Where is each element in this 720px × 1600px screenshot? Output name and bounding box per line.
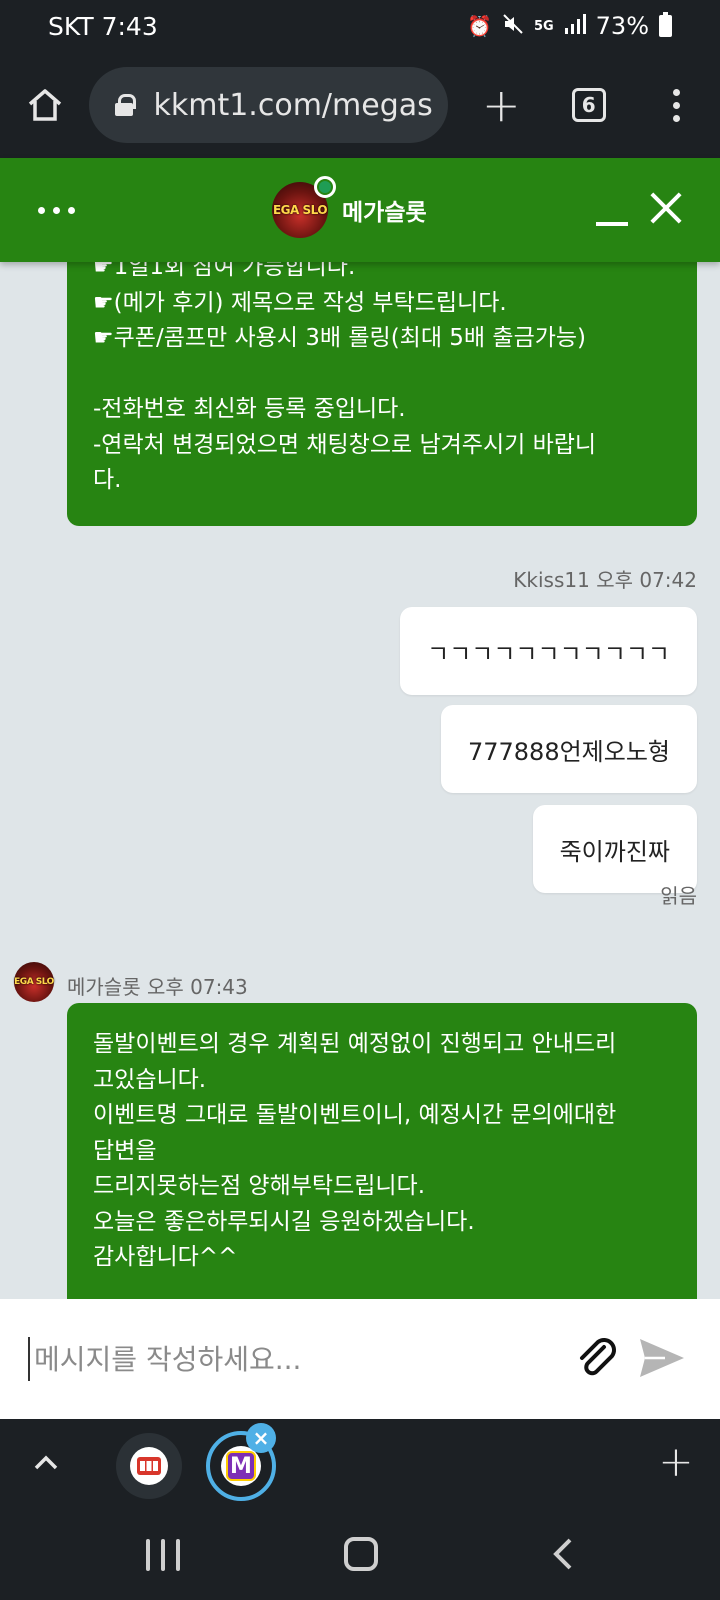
close-button[interactable] <box>646 188 686 228</box>
message-input[interactable] <box>28 1337 548 1381</box>
message-line: 이벤트명 그대로 돌발이벤트이니, 예정시간 문의에대한 <box>93 1102 617 1128</box>
agent-message-bubble: ☛1일1회 참여 가능합니다. ☛(메가 후기) 제목으로 작성 부탁드립니다.… <box>67 262 697 526</box>
url-text: kkmt1.com/megas <box>153 87 433 123</box>
user-message-bubble: ㄱㄱㄱㄱㄱㄱㄱㄱㄱㄱㄱ <box>400 607 697 695</box>
user-message-meta: Kkiss11 오후 07:42 <box>513 568 697 592</box>
nav-home-button[interactable] <box>344 1537 378 1571</box>
lock-icon <box>115 94 137 116</box>
agent-message-bubble: 돌발이벤트의 경우 계획된 예정없이 진행되고 안내드리 고있습니다. 이벤트명… <box>67 1003 697 1299</box>
user-message-bubble: 777888언제오노형 <box>440 705 697 793</box>
carrier-label: SKT <box>48 11 94 41</box>
recents-button[interactable] <box>146 1539 180 1571</box>
slot-icon <box>130 1447 168 1485</box>
more-button[interactable] <box>26 188 86 232</box>
expand-tabs-button[interactable] <box>26 1443 66 1483</box>
send-button[interactable] <box>638 1335 686 1381</box>
kebab-icon <box>672 88 680 122</box>
browser-tab-strip: M × + <box>0 1419 720 1511</box>
message-line: 드리지못하는점 양해부탁드립니다. <box>93 1173 426 1199</box>
home-icon <box>28 89 61 121</box>
address-bar[interactable]: kkmt1.com/megas <box>89 67 448 143</box>
status-bar: SKT 7:43 ⏰ 5G 73% <box>0 0 720 52</box>
browser-toolbar: kkmt1.com/megas + 6 <box>0 52 720 158</box>
tabs-icon: 6 <box>571 88 606 122</box>
signal-icon <box>564 12 586 40</box>
message-line: 감사합니다^^ <box>93 1244 238 1270</box>
chat-header: EGA SLO 메가슬롯 <box>0 158 720 262</box>
close-icon: × <box>252 1426 270 1450</box>
message-text: ㄱㄱㄱㄱㄱㄱㄱㄱㄱㄱㄱ <box>427 639 670 668</box>
battery-icon <box>659 12 672 37</box>
browser-menu-button[interactable] <box>633 61 720 149</box>
back-button[interactable] <box>550 1537 580 1571</box>
tab-slot[interactable] <box>116 1433 182 1499</box>
message-text: 죽이까진짜 <box>559 837 670 866</box>
chat-title: 메가슬롯 <box>342 200 427 226</box>
alarm-icon: ⏰ <box>467 14 492 38</box>
message-line: ☛쿠폰/콤프만 사용시 3배 롤링(최대 5배 출금가능) <box>93 325 587 351</box>
plus-icon: + <box>658 1436 694 1486</box>
message-line: 고있습니다. <box>93 1066 207 1093</box>
message-line: 돌발이벤트의 경우 계획된 예정없이 진행되고 안내드리 <box>93 1031 617 1057</box>
agent-avatar: EGA SLO <box>14 962 54 1002</box>
message-line: 답변을 <box>93 1137 157 1164</box>
add-tab-button[interactable]: + <box>654 1436 698 1486</box>
chevron-up-icon <box>34 1455 58 1470</box>
more-icon <box>37 206 45 214</box>
minimize-button[interactable] <box>592 192 632 232</box>
message-composer <box>0 1299 720 1419</box>
attach-button[interactable] <box>574 1335 620 1381</box>
m-logo: M <box>226 1451 256 1481</box>
message-text: 777888언제오노형 <box>467 737 670 766</box>
message-line: -전화번호 최신화 등록 중입니다. <box>93 396 406 422</box>
recents-icon <box>146 1539 150 1571</box>
close-tab-button[interactable]: × <box>246 1423 276 1453</box>
message-line: 다. <box>93 467 122 493</box>
chat-messages[interactable]: ☛1일1회 참여 가능합니다. ☛(메가 후기) 제목으로 작성 부탁드립니다.… <box>0 262 720 1299</box>
plus-icon: + <box>482 78 521 132</box>
avatar-logo-text: EGA SLO <box>14 977 54 987</box>
avatar: EGA SLO <box>272 176 336 238</box>
chat-title-group: EGA SLO 메가슬롯 <box>272 176 427 238</box>
new-tab-button[interactable]: + <box>458 61 545 149</box>
message-line: 오늘은 좋은하루되시길 응원하겠습니다. <box>93 1208 475 1235</box>
battery-percent: 73% <box>595 12 649 40</box>
agent-message-meta: 메가슬롯 오후 07:43 <box>67 975 248 999</box>
avatar-logo-text: EGA SLO <box>272 203 328 217</box>
paperclip-icon <box>580 1338 616 1376</box>
system-nav-bar <box>0 1511 720 1600</box>
back-icon <box>553 1538 572 1570</box>
message-line: ☛1일1회 참여 가능합니다. <box>93 262 356 280</box>
network-label: 5G <box>533 18 554 34</box>
clock: 7:43 <box>101 11 158 41</box>
message-line: ☛(메가 후기) 제목으로 작성 부탁드립니다. <box>93 289 507 316</box>
read-receipt: 읽음 <box>660 884 697 908</box>
tabs-button[interactable]: 6 <box>545 61 632 149</box>
mute-icon <box>502 13 524 40</box>
online-indicator <box>314 176 336 198</box>
home-button[interactable] <box>0 60 89 150</box>
send-icon <box>640 1339 684 1377</box>
message-line: -연락처 변경되었으면 채팅창으로 남겨주시기 바랍니 <box>93 431 597 458</box>
